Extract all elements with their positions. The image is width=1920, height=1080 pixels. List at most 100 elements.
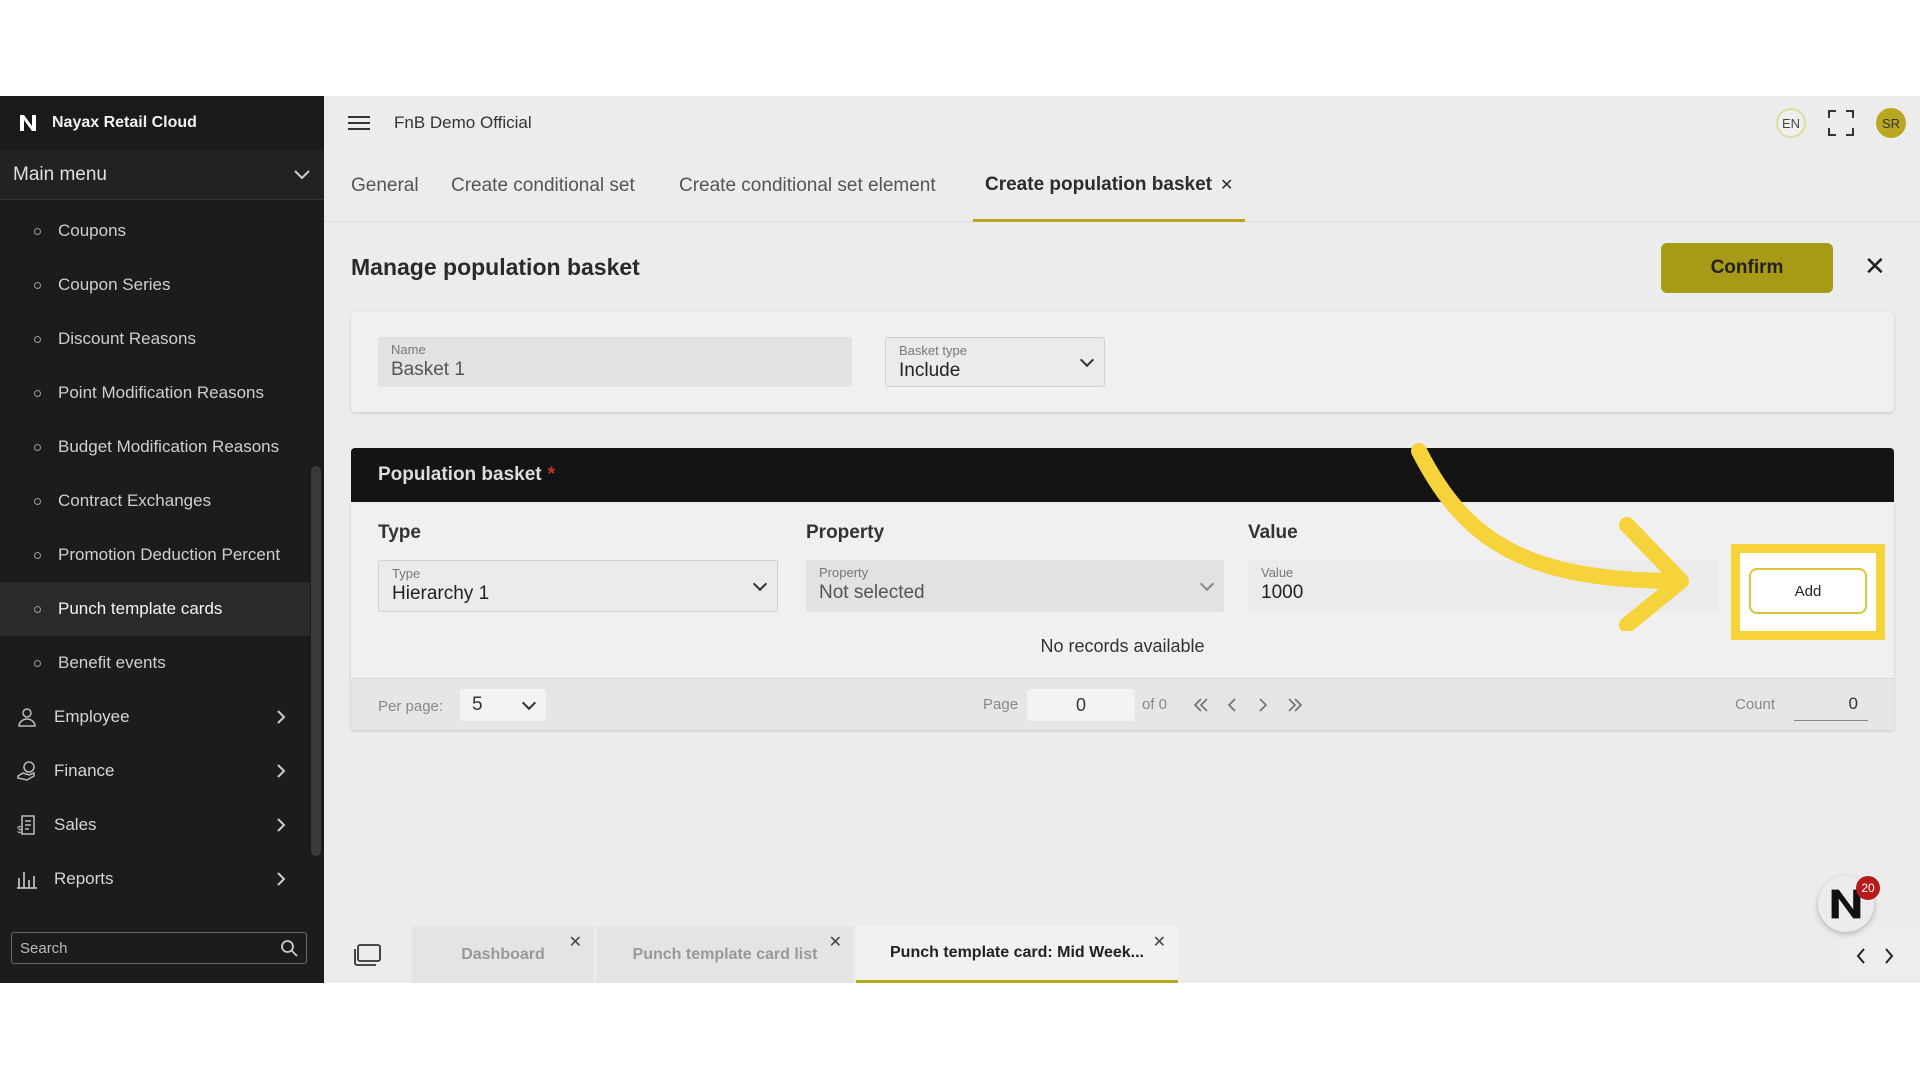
column-header-property: Property (806, 522, 885, 543)
sidebar-item-label: Coupons (58, 221, 127, 240)
sidebar-group-sales[interactable]: $ Sales (0, 798, 310, 852)
notification-badge: 20 (1856, 876, 1880, 900)
bullet-icon (34, 335, 41, 343)
sidebar-scrollbar[interactable] (311, 466, 321, 856)
open-page-tab-label: Punch template card list (632, 945, 818, 963)
name-field[interactable]: Name Basket 1 (378, 337, 852, 387)
chevron-down-icon (521, 695, 537, 711)
nayax-logo-icon (20, 115, 36, 131)
count-value: 0 (1794, 689, 1868, 721)
main-menu-toggle[interactable]: Main menu (0, 150, 324, 200)
chevron-down-icon (1079, 352, 1095, 368)
hamburger-menu-icon[interactable] (348, 112, 370, 134)
column-header-type: Type (378, 522, 421, 543)
sidebar-item-label: Contract Exchanges (58, 491, 212, 510)
empty-state-text: No records available (1040, 636, 1205, 656)
per-page-select[interactable]: 5 (460, 689, 546, 721)
sidebar-item-label: Benefit events (58, 653, 166, 672)
chevron-right-icon (277, 818, 286, 832)
windows-icon[interactable] (354, 944, 382, 966)
organization-name: FnB Demo Official (394, 113, 532, 132)
next-page-icon[interactable] (1258, 698, 1268, 712)
brand-name: Nayax Retail Cloud (52, 114, 197, 131)
sidebar-item-coupon-series[interactable]: Coupon Series (0, 258, 310, 312)
type-select-label: Type (392, 566, 421, 581)
tab-create-population-basket[interactable]: Create population basket ✕ (973, 150, 1246, 222)
sidebar-item-label: Punch template cards (58, 599, 223, 618)
confirm-button[interactable]: Confirm (1661, 243, 1833, 293)
sidebar-group-employee[interactable]: Employee (0, 690, 310, 744)
language-switch[interactable]: EN (1776, 108, 1806, 138)
fullscreen-icon[interactable] (1828, 110, 1854, 136)
sidebar-item-coupons[interactable]: Coupons (0, 204, 310, 258)
sidebar-group-label: Reports (54, 869, 114, 888)
basket-type-value: Include (899, 360, 961, 381)
close-icon[interactable]: ✕ (1153, 932, 1166, 952)
chevron-right-icon (277, 710, 286, 724)
chevron-right-icon[interactable] (1884, 948, 1894, 964)
tab-create-conditional-set-element[interactable]: Create conditional set element (679, 150, 936, 222)
sidebar-item-discount-reasons[interactable]: Discount Reasons (0, 312, 310, 366)
sidebar-item-contract-exchanges[interactable]: Contract Exchanges (0, 474, 310, 528)
user-avatar[interactable]: SR (1876, 108, 1906, 138)
value-input-value: 1000 (1261, 582, 1304, 603)
search-icon[interactable] (280, 939, 298, 957)
open-page-tab-dashboard[interactable]: Dashboard ✕ (412, 926, 594, 983)
previous-page-icon[interactable] (1227, 698, 1237, 712)
close-icon[interactable]: ✕ (1864, 251, 1886, 282)
tab-scroll-controls (1834, 926, 1920, 983)
chevron-left-icon[interactable] (1856, 948, 1866, 964)
tab-label: General (351, 175, 419, 196)
value-input-label: Value (1261, 565, 1294, 580)
tab-label: Create conditional set (451, 175, 635, 196)
property-select-label: Property (819, 565, 869, 580)
chevron-right-icon (277, 764, 286, 778)
reports-icon (17, 872, 37, 889)
open-pages-bar: Dashboard ✕ Punch template card list ✕ P… (324, 914, 1920, 983)
tab-label: Create conditional set element (679, 175, 936, 196)
sidebar-search-input[interactable] (20, 939, 280, 957)
sidebar: Nayax Retail Cloud Main menu Coupons Cou… (0, 96, 324, 983)
chevron-down-icon (294, 169, 310, 179)
page-title: Manage population basket (351, 254, 640, 280)
open-page-tab-label: Punch template card: Mid Week... (890, 944, 1144, 961)
sidebar-item-promotion-deduction-percent[interactable]: Promotion Deduction Percent (0, 528, 310, 582)
menu-list: Coupons Coupon Series Discount Reasons P… (0, 204, 310, 906)
close-tab-icon[interactable]: ✕ (1220, 175, 1233, 195)
property-select[interactable]: Property Not selected (806, 560, 1224, 612)
open-page-tab-punch-template-card[interactable]: Punch template card: Mid Week... ✕ (856, 926, 1178, 983)
first-page-icon[interactable] (1193, 698, 1209, 712)
name-field-label: Name (391, 342, 426, 357)
sidebar-item-label: Point Modification Reasons (58, 383, 265, 402)
bullet-icon (34, 605, 41, 613)
sidebar-group-finance[interactable]: Finance (0, 744, 310, 798)
sidebar-item-punch-template-cards[interactable]: Punch template cards (0, 582, 310, 636)
sidebar-item-label: Promotion Deduction Percent (58, 545, 281, 564)
svg-text:$: $ (17, 825, 23, 836)
tab-general[interactable]: General (351, 150, 419, 222)
basket-type-select[interactable]: Basket type Include (885, 337, 1105, 387)
employee-icon (18, 708, 36, 727)
close-icon[interactable]: ✕ (829, 932, 842, 952)
required-mark: * (547, 464, 556, 485)
page-number-input[interactable]: 0 (1027, 689, 1135, 721)
sidebar-group-label: Sales (54, 815, 97, 834)
sidebar-item-benefit-events[interactable]: Benefit events (0, 636, 310, 690)
open-page-tab-punch-template-card-list[interactable]: Punch template card list ✕ (596, 926, 854, 983)
sidebar-group-label: Finance (54, 761, 115, 780)
population-basket-title: Population basket (378, 464, 542, 485)
last-page-icon[interactable] (1287, 698, 1303, 712)
per-page-label: Per page: (378, 698, 444, 715)
sidebar-group-label: Employee (54, 707, 130, 726)
top-bar: FnB Demo Official EN SR (324, 96, 1920, 150)
bullet-icon (34, 497, 41, 505)
sidebar-search (11, 932, 307, 964)
tab-create-conditional-set[interactable]: Create conditional set (451, 150, 635, 222)
sidebar-item-budget-modification-reasons[interactable]: Budget Modification Reasons (0, 420, 310, 474)
type-select[interactable]: Type Hierarchy 1 (378, 560, 778, 612)
bullet-icon (34, 281, 41, 289)
sidebar-item-point-modification-reasons[interactable]: Point Modification Reasons (0, 366, 310, 420)
add-button[interactable]: Add (1749, 568, 1867, 614)
sidebar-group-reports[interactable]: Reports (0, 852, 310, 906)
close-icon[interactable]: ✕ (569, 932, 582, 952)
